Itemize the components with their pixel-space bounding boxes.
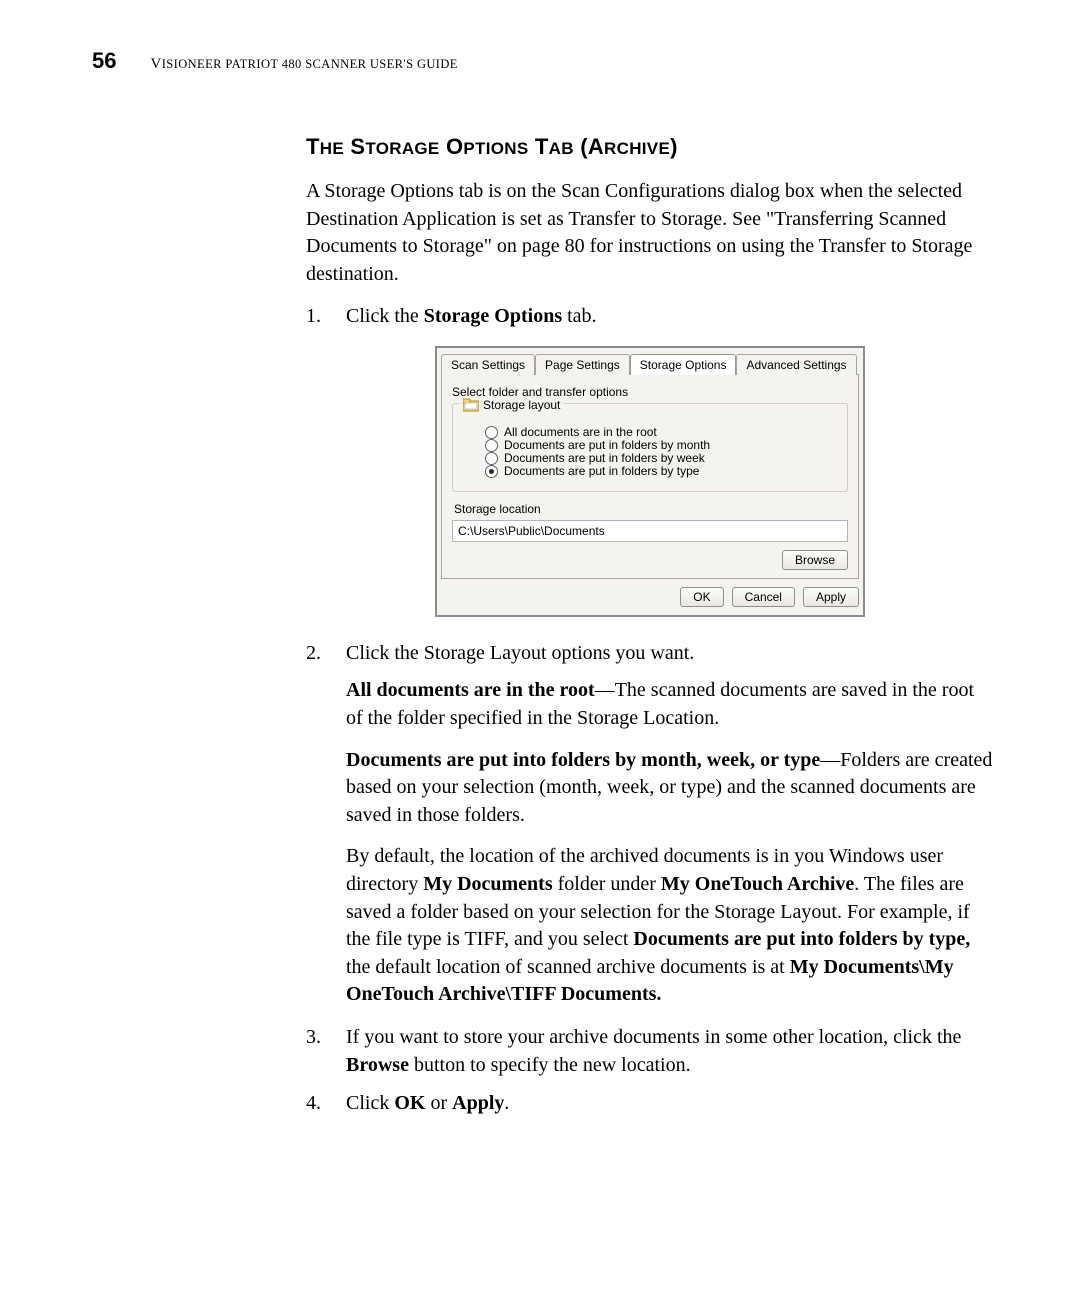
step-number: 3. <box>306 1023 324 1079</box>
storage-location-label: Storage location <box>454 502 848 516</box>
radio-label: All documents are in the root <box>504 425 657 439</box>
step-number: 2. <box>306 639 324 667</box>
page-number: 56 <box>92 48 116 74</box>
cancel-button[interactable]: Cancel <box>732 587 795 607</box>
radio-type[interactable]: Documents are put in folders by type <box>485 464 837 478</box>
step2-detail-b: Documents are put into folders by month,… <box>346 747 994 830</box>
radio-week[interactable]: Documents are put in folders by week <box>485 451 837 465</box>
storage-location-path[interactable]: C:\Users\Public\Documents <box>452 520 848 542</box>
storage-layout-group: Storage layout All documents are in the … <box>452 403 848 492</box>
radio-icon <box>485 439 498 452</box>
radio-icon <box>485 426 498 439</box>
radio-icon <box>485 465 498 478</box>
step-3: 3. If you want to store your archive doc… <box>306 1023 994 1079</box>
radio-label: Documents are put in folders by type <box>504 464 699 478</box>
browse-button[interactable]: Browse <box>782 550 848 570</box>
dialog-tabs: Scan Settings Page Settings Storage Opti… <box>441 352 859 375</box>
intro-paragraph: A Storage Options tab is on the Scan Con… <box>306 178 994 288</box>
radio-month[interactable]: Documents are put in folders by month <box>485 438 837 452</box>
section-title: THE STORAGE OPTIONS TAB (ARCHIVE) <box>306 134 994 160</box>
radio-label: Documents are put in folders by week <box>504 451 705 465</box>
storage-options-dialog: Scan Settings Page Settings Storage Opti… <box>435 346 865 617</box>
running-header: 56 VISIONEER PATRIOT 480 SCANNER USER'S … <box>92 48 988 74</box>
radio-root[interactable]: All documents are in the root <box>485 425 837 439</box>
folder-icon <box>463 398 479 412</box>
tab-scan-settings[interactable]: Scan Settings <box>441 354 535 375</box>
group-label: Select folder and transfer options <box>452 385 848 399</box>
step-2: 2. Click the Storage Layout options you … <box>306 639 994 667</box>
running-head-initial: V <box>150 56 161 72</box>
step-number: 4. <box>306 1089 324 1117</box>
tab-advanced-settings[interactable]: Advanced Settings <box>736 354 856 375</box>
step-4: 4. Click OK or Apply. <box>306 1089 994 1117</box>
tab-page-settings[interactable]: Page Settings <box>535 354 630 375</box>
tab-storage-options[interactable]: Storage Options <box>630 354 737 375</box>
radio-label: Documents are put in folders by month <box>504 438 710 452</box>
radio-icon <box>485 452 498 465</box>
step-number: 1. <box>306 302 324 330</box>
storage-layout-legend: Storage layout <box>483 398 560 412</box>
step2-detail-c: By default, the location of the archived… <box>346 843 994 1009</box>
step2-detail-a: All documents are in the root—The scanne… <box>346 677 994 732</box>
apply-button[interactable]: Apply <box>803 587 859 607</box>
step-1: 1. Click the Storage Options tab. <box>306 302 994 330</box>
ok-button[interactable]: OK <box>680 587 723 607</box>
running-head-rest: ISIONEER PATRIOT 480 SCANNER USER'S GUID… <box>162 57 458 71</box>
running-head: VISIONEER PATRIOT 480 SCANNER USER'S GUI… <box>150 56 457 73</box>
